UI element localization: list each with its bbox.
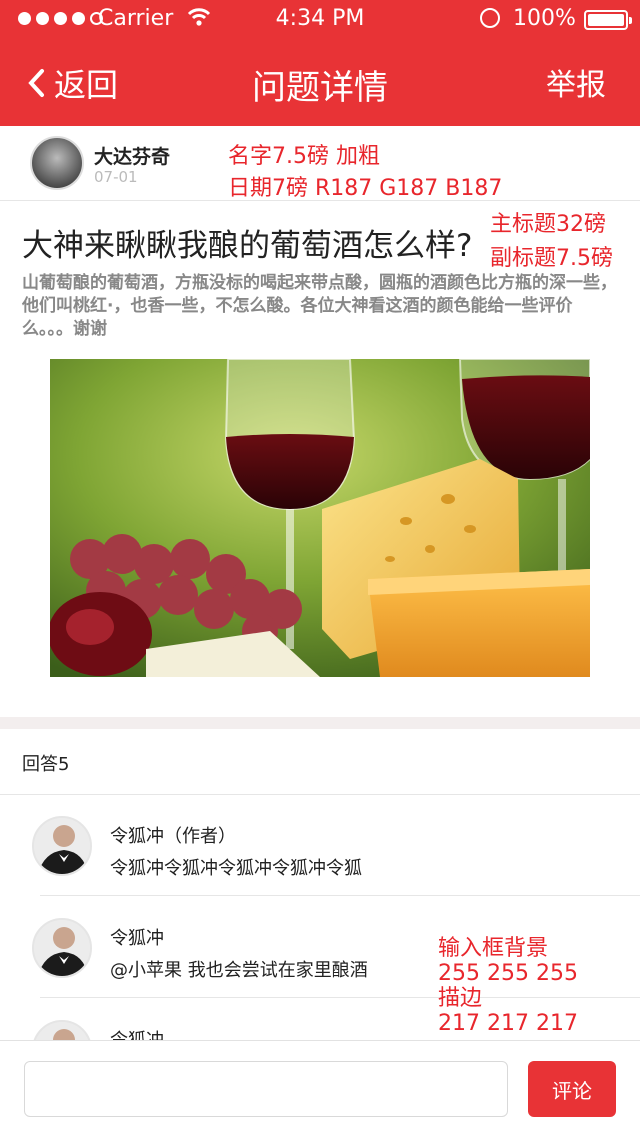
annotation-input-spec-line: 输入框背景 bbox=[438, 936, 549, 961]
annotation-title-spec: 主标题32磅 bbox=[490, 212, 606, 237]
annotation-input-spec-line: 255 255 255 bbox=[438, 961, 578, 986]
question-title: 大神来瞅瞅我酿的葡萄酒怎么样? bbox=[22, 228, 473, 264]
divider bbox=[0, 794, 640, 795]
annotation-input-spec-line: 描边 bbox=[438, 986, 483, 1011]
comment-input[interactable] bbox=[24, 1061, 508, 1117]
comment-bar: 评论 bbox=[0, 1040, 640, 1137]
answer-text: @小苹果 我也会尝试在家里酿酒 bbox=[110, 960, 368, 981]
answer-item[interactable]: 令狐冲（作者） 令狐冲令狐冲令狐冲令狐冲令狐 bbox=[0, 796, 640, 896]
section-divider bbox=[0, 717, 640, 729]
page-title: 问题详情 bbox=[252, 68, 388, 108]
report-button[interactable]: 举报 bbox=[546, 60, 606, 104]
answer-author: 令狐冲 bbox=[110, 928, 164, 949]
battery-percent: 100% bbox=[513, 6, 576, 31]
author-avatar[interactable] bbox=[30, 136, 84, 190]
top-bar: Carrier 4:34 PM 100% 返回 问题详情 举报 bbox=[0, 0, 640, 126]
answer-author: 令狐冲（作者） bbox=[110, 826, 236, 847]
annotation-input-spec: 输入框背景 255 255 255 描边 217 217 217 bbox=[438, 936, 578, 1036]
wine-cheese-image bbox=[50, 359, 590, 677]
status-bar: Carrier 4:34 PM 100% bbox=[0, 0, 640, 40]
answer-avatar[interactable] bbox=[32, 918, 92, 978]
annotation-input-spec-line: 217 217 217 bbox=[438, 1011, 578, 1036]
post-date: 07-01 bbox=[94, 168, 138, 186]
battery-icon bbox=[584, 10, 632, 30]
annotation-date-spec: 日期7磅 R187 G187 B187 bbox=[228, 176, 503, 201]
comment-button[interactable]: 评论 bbox=[528, 1061, 616, 1117]
rotation-lock-icon bbox=[480, 8, 500, 28]
divider bbox=[40, 895, 640, 896]
author-name[interactable]: 大达芬奇 bbox=[94, 142, 170, 169]
answer-text: 令狐冲令狐冲令狐冲令狐冲令狐 bbox=[110, 858, 362, 879]
question-body: 山葡萄酿的葡萄酒，方瓶没标的喝起来带点酸，圆瓶的酒颜色比方瓶的深一些，他们叫桃红… bbox=[22, 273, 617, 339]
annotation-name-spec: 名字7.5磅 加粗 bbox=[228, 144, 380, 169]
question-image[interactable] bbox=[50, 359, 590, 677]
annotation-subtitle-spec: 副标题7.5磅 bbox=[490, 246, 613, 271]
answers-count: 回答5 bbox=[22, 754, 70, 775]
answer-avatar[interactable] bbox=[32, 816, 92, 876]
